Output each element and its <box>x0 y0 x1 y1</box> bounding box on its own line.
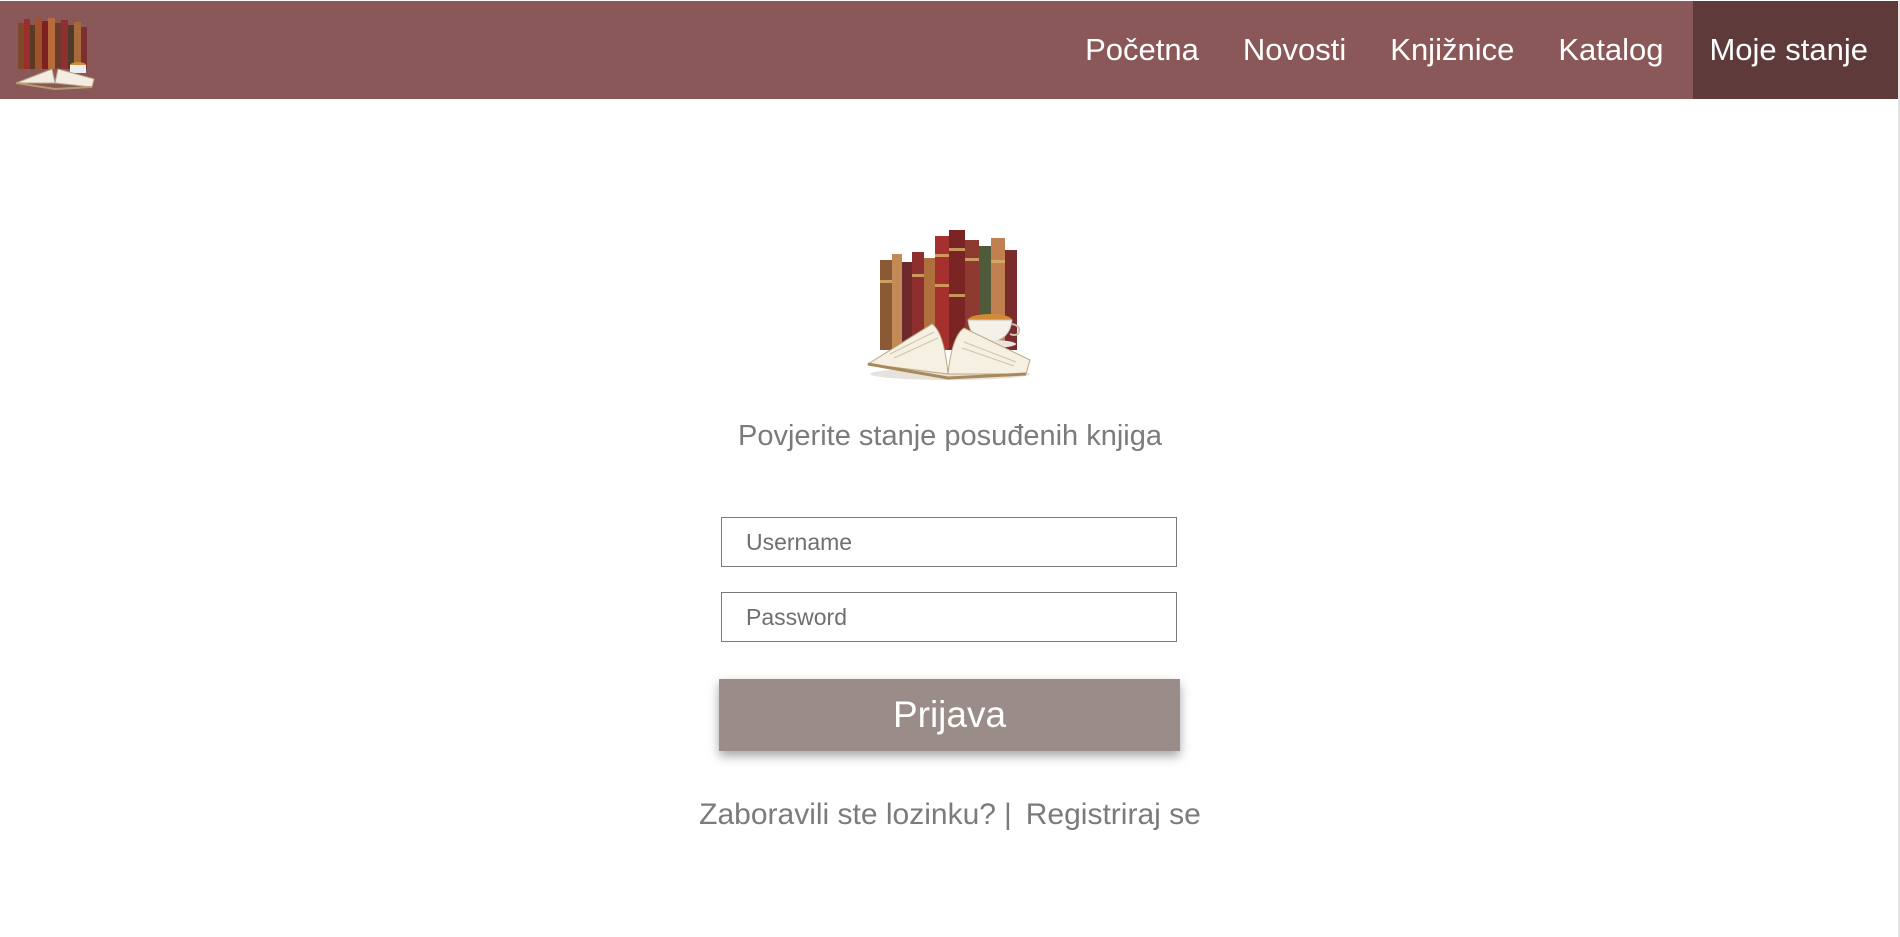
page: Početna Novosti Knjižnice Katalog Moje s… <box>0 0 1900 937</box>
password-input[interactable] <box>721 592 1177 642</box>
login-button[interactable]: Prijava <box>719 679 1180 751</box>
register-link[interactable]: Registriraj se <box>1026 798 1201 831</box>
top-navbar: Početna Novosti Knjižnice Katalog Moje s… <box>0 1 1898 99</box>
username-input[interactable] <box>721 517 1177 567</box>
nav-item-knjiznice[interactable]: Knjižnice <box>1368 1 1536 99</box>
library-logo-icon[interactable] <box>12 17 98 95</box>
forgot-password-link[interactable]: Zaboravili ste lozinku? <box>699 798 996 831</box>
account-links: Zaboravili ste lozinku? | Registriraj se <box>0 798 1900 832</box>
books-illustration-icon <box>866 230 1031 380</box>
link-separator: | <box>1003 798 1012 831</box>
main-navigation: Početna Novosti Knjižnice Katalog Moje s… <box>1063 1 1898 99</box>
login-subtitle: Povjerite stanje posuđenih knjiga <box>738 420 1162 452</box>
nav-item-moje-stanje[interactable]: Moje stanje <box>1693 1 1898 99</box>
nav-item-katalog[interactable]: Katalog <box>1536 1 1685 99</box>
nav-item-pocetna[interactable]: Početna <box>1063 1 1221 99</box>
nav-item-novosti[interactable]: Novosti <box>1221 1 1368 99</box>
